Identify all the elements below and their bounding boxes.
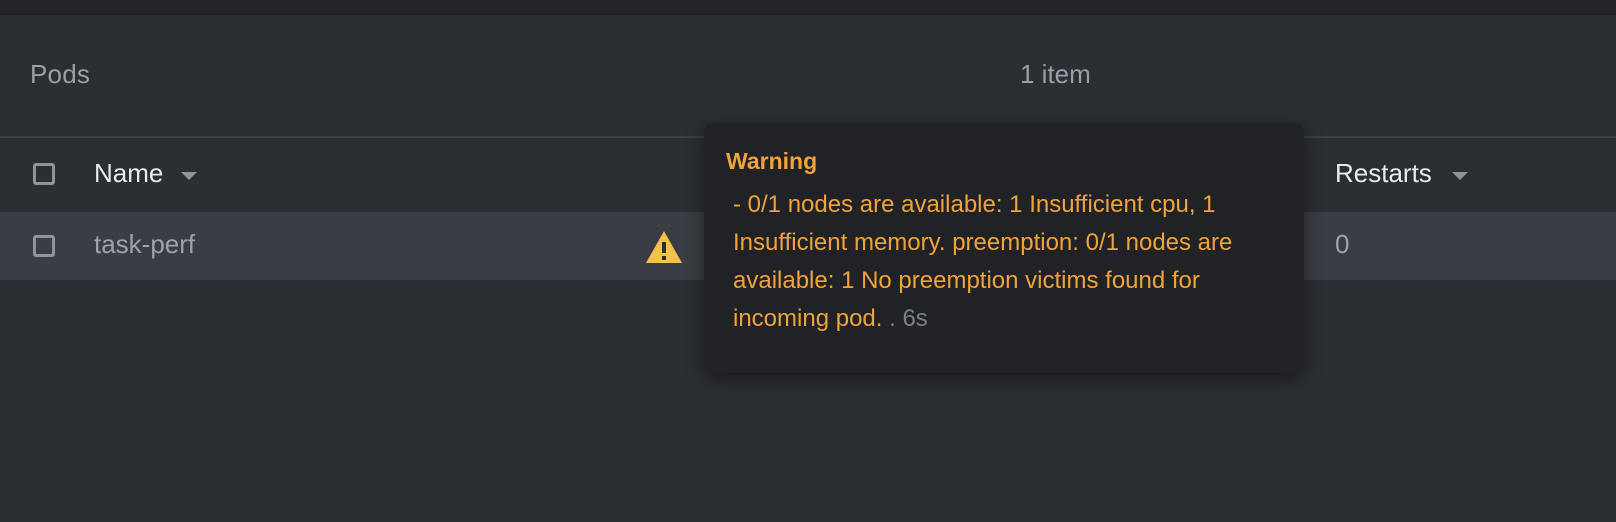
item-count: 1 item	[1020, 59, 1091, 89]
tooltip-title: Warning	[726, 148, 818, 174]
select-all-checkbox[interactable]	[33, 163, 55, 185]
warning-triangle-icon[interactable]	[644, 229, 684, 265]
sort-name-caret-icon[interactable]	[181, 172, 197, 180]
column-header-restarts[interactable]: Restarts	[1335, 158, 1432, 189]
tooltip-message-block: - 0/1 nodes are available: 1 Insufficien…	[733, 186, 1273, 338]
sort-restarts-caret-icon[interactable]	[1452, 172, 1468, 180]
tooltip-age: . 6s	[889, 305, 928, 332]
tooltip-message: - 0/1 nodes are available: 1 Insufficien…	[733, 191, 1233, 332]
pods-view: Pods 1 item Name Restarts task-perf 0 Wa…	[0, 0, 1616, 522]
top-strip	[0, 0, 1616, 15]
warning-tooltip: Warning - 0/1 nodes are available: 1 Ins…	[704, 123, 1304, 373]
column-header-name[interactable]: Name	[94, 158, 163, 189]
row-select-checkbox[interactable]	[33, 235, 55, 257]
restarts-cell: 0	[1335, 229, 1350, 259]
page-title: Pods	[30, 59, 91, 89]
pod-name-cell[interactable]: task-perf	[94, 229, 195, 260]
list-header: Pods 1 item	[0, 15, 1616, 138]
